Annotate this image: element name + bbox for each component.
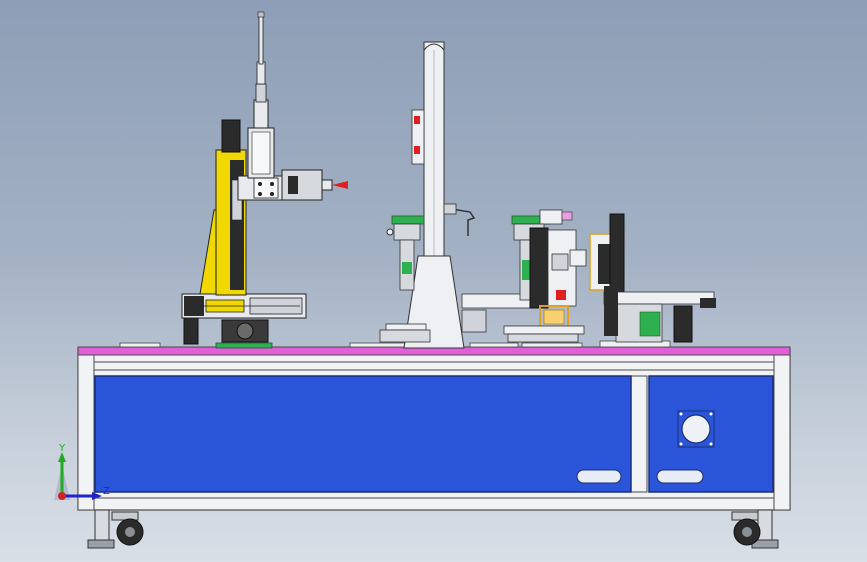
- machine-assembly-drawing[interactable]: [0, 0, 867, 562]
- robot-left: [181, 11, 348, 345]
- caster-left: [87, 509, 144, 549]
- station-right: [503, 209, 716, 343]
- blue-door-left: [94, 375, 632, 493]
- coordinate-triad: [54, 452, 102, 500]
- triad-y-label: Y: [59, 443, 66, 454]
- cad-viewport[interactable]: Y Z: [0, 0, 867, 562]
- triad-z-label: Z: [103, 486, 110, 497]
- caster-right: [731, 509, 779, 549]
- blue-door-right: [648, 375, 774, 493]
